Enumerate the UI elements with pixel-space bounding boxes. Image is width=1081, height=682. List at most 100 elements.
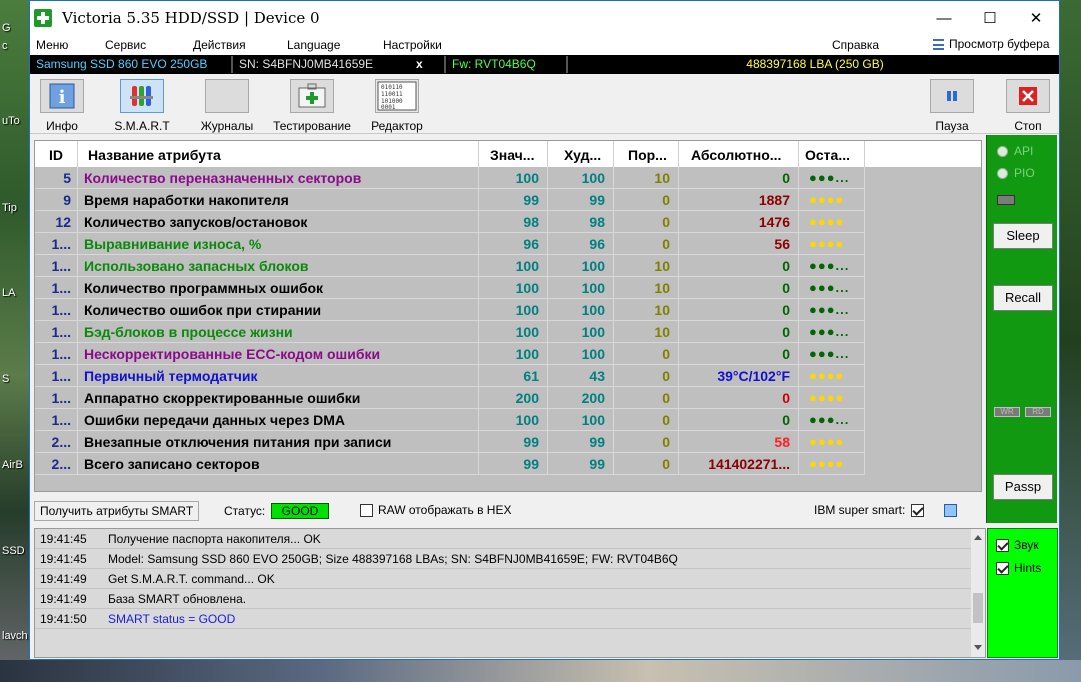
cell-worst: 100 [548,167,614,189]
api-radio-circle[interactable] [997,145,1008,157]
menu-item-language[interactable]: Language [287,38,340,52]
table-row[interactable]: 1... Нескорректированные ECC-кодом ошибки… [35,343,866,365]
cell-raw: 0 [679,321,799,343]
title-bar[interactable]: Victoria 5.35 HDD/SSD | Device 0 — ☐ ✕ [30,1,1059,35]
column-header-worst[interactable]: Худ... [548,141,614,167]
testing-tool-button[interactable]: Тестирование [272,79,352,133]
desktop-icon-label[interactable]: SSD [2,545,25,557]
get-smart-button[interactable]: Получить атрибуты SMART [34,501,200,521]
scroll-up-icon[interactable] [974,535,982,540]
journals-tool-button[interactable]: Журналы [187,79,267,133]
cell-raw: 0 [679,387,799,409]
hints-checkbox[interactable]: Hints [996,561,1041,575]
log-scrollbar[interactable] [971,529,985,657]
info-icon: i [40,79,84,113]
sleep-button[interactable]: Sleep [993,223,1053,249]
smart-attributes-table[interactable]: ID Название атрибута Знач... Худ... Пор.… [34,140,982,492]
info-tool-button[interactable]: i Инфо [22,79,102,133]
cell-remaining: ●●●● [799,233,865,255]
pause-tool-button[interactable]: Пауза [912,79,992,133]
journals-icon [205,79,249,113]
column-header-name[interactable]: Название атрибута [78,141,479,167]
svg-text:110011: 110011 [381,91,403,98]
cell-raw: 0 [679,409,799,431]
close-device-icon[interactable]: x [410,56,428,73]
raw-hex-checkbox[interactable]: RAW отображать в HEX [360,503,511,517]
smart-tool-button[interactable]: S.M.A.R.T [102,79,182,133]
close-button[interactable]: ✕ [1013,1,1059,35]
menu-item-help[interactable]: Справка [832,38,879,52]
raw-hex-checkbox-box[interactable] [360,503,373,517]
color-indicator[interactable] [944,504,957,517]
desktop-icon-label[interactable]: S [2,373,9,385]
cell-raw: 1476 [679,211,799,233]
table-row[interactable]: 1... Ошибки передачи данных через DMA 100 1… [35,409,866,431]
maximize-button[interactable]: ☐ [967,1,1013,35]
cell-value: 99 [479,453,548,475]
pio-radio[interactable]: PIO [997,166,1035,180]
cell-id: 1... [35,255,78,277]
cell-threshold: 10 [614,299,679,321]
desktop-icon-label[interactable]: Tip [2,202,17,214]
cell-value: 200 [479,387,548,409]
cell-raw: 56 [679,233,799,255]
api-radio[interactable]: API [997,144,1033,158]
buffer-view-button[interactable]: Просмотр буфера [933,37,1050,51]
table-row[interactable]: 1... Количество программных ошибок 100 100 1… [35,277,866,299]
desktop-icon-label[interactable]: G [2,22,11,34]
column-header-raw[interactable]: Абсолютно... [679,141,799,167]
cell-id: 1... [35,277,78,299]
column-header-id[interactable]: ID [35,141,78,167]
pio-radio-label: PIO [1014,166,1035,180]
table-row[interactable]: 2... Внезапные отключения питания при зап… [35,431,866,453]
log-panel[interactable]: 19:41:45 Получение паспорта накопителя...… [34,528,986,658]
hints-checkbox-box[interactable] [996,561,1009,575]
rd-indicator: RD [1025,407,1051,417]
table-row[interactable]: 1... Первичный термодатчик 61 43 0 39°C/102°F… [35,365,866,387]
desktop-icon-label[interactable]: c [2,40,8,52]
recall-button[interactable]: Recall [993,285,1053,311]
table-row[interactable]: 1... Бэд-блоков в процессе жизни 100 100 10 0… [35,321,866,343]
status-led [997,195,1015,205]
table-row[interactable]: 9 Время наработки накопителя 99 99 0 1887 ●●●● [35,189,866,211]
table-row[interactable]: 2... Всего записано секторов 99 99 0 14140227… [35,453,866,475]
menu-item-actions[interactable]: Действия [193,38,246,52]
cell-worst: 99 [548,431,614,453]
menu-item-menu[interactable]: Меню [36,38,68,52]
column-header-threshold[interactable]: Пор... [614,141,679,167]
hints-label: Hints [1014,561,1042,575]
editor-tool-button[interactable]: 010110 110011 101000 0001 Редактор [357,79,437,133]
cell-remaining: ●●●... [799,167,865,189]
cell-remaining: ●●●● [799,189,865,211]
cell-remaining: ●●●... [799,299,865,321]
testing-tool-label: Тестирование [273,119,351,133]
passp-button[interactable]: Passp [993,474,1053,500]
column-header-value[interactable]: Знач... [479,141,548,167]
cell-remaining: ●●●... [799,409,865,431]
scroll-down-icon[interactable] [974,645,982,650]
table-row[interactable]: 1... Аппаратно скорректированные ошибки 20… [35,387,866,409]
desktop-icon-label[interactable]: lavch [2,630,28,642]
table-row[interactable]: 1... Количество ошибок при стирании 100 100… [35,299,866,321]
cell-value: 99 [479,189,548,211]
table-row[interactable]: 5 Количество переназначенных секторов 100 1… [35,167,866,189]
table-row[interactable]: 12 Количество запусков/остановок 98 98 0 1476… [35,211,866,233]
minimize-button[interactable]: — [921,1,967,35]
column-header-remaining[interactable]: Оста... [799,141,865,167]
stop-tool-button[interactable]: Стоп [988,79,1068,133]
sound-checkbox-box[interactable] [996,538,1009,552]
desktop-icon-label[interactable]: uTo [2,115,20,127]
table-row[interactable]: 1... Использовано запасных блоков 100 100 10… [35,255,866,277]
ibm-super-smart-checkbox-box[interactable] [911,503,925,517]
sound-checkbox[interactable]: Звук [996,538,1039,552]
table-header: ID Название атрибута Знач... Худ... Пор.… [35,141,981,167]
cell-name: Ошибки передачи данных через DMA [78,409,479,431]
table-row[interactable]: 1... Выравнивание износа, % 96 96 0 56 ●●●● [35,233,866,255]
desktop-icon-label[interactable]: AirB [2,459,23,471]
desktop-icon-label[interactable]: LA [2,287,15,299]
pio-radio-circle[interactable] [997,167,1008,179]
menu-item-settings[interactable]: Настройки [383,38,442,52]
menu-item-service[interactable]: Сервис [105,38,146,52]
ibm-super-smart-checkbox[interactable]: IBM super smart: [814,503,925,517]
scroll-thumb[interactable] [973,593,983,623]
